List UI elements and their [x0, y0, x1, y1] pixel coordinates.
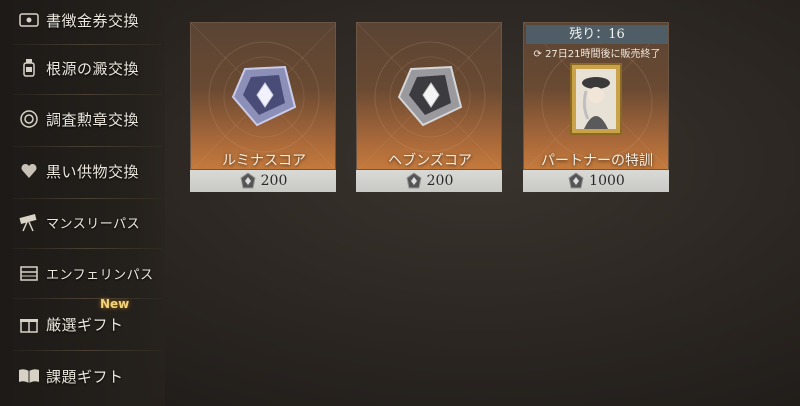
book-icon — [18, 365, 40, 387]
heart-offering-icon — [18, 160, 40, 182]
sidebar-item-enferin-pass[interactable]: エンフェリンパス — [8, 253, 163, 293]
price-value: 1000 — [589, 173, 625, 189]
price-bar: 200 — [190, 170, 336, 192]
sale-deadline: ⟳ 27日21時間後に販売終了 — [526, 45, 668, 60]
divider — [12, 146, 162, 147]
divider — [12, 248, 162, 249]
sidebar-item-label: 調査勲章交換 — [46, 110, 140, 129]
sidebar-item-offering-exchange[interactable]: 黒い供物交換 — [8, 151, 163, 191]
item-name: パートナーの特訓 — [541, 153, 653, 169]
sidebar-item-monthly-pass[interactable]: マンスリーパス — [8, 202, 163, 242]
currency-icon — [240, 172, 256, 189]
heavens-core-icon — [397, 65, 463, 127]
divider — [12, 198, 162, 199]
sidebar-item-label: 書徴金券交換 — [46, 11, 140, 30]
sidebar-item-medal-exchange[interactable]: 調査勲章交換 — [8, 99, 163, 139]
telescope-icon — [18, 211, 40, 233]
shop-item-partner-training[interactable]: 残り：16 ⟳ 27日21時間後に販売終了 パートナーの特訓 1000 — [523, 22, 669, 192]
item-name: ヘブンズコア — [388, 153, 472, 169]
item-art: ルミナスコア — [190, 22, 336, 170]
price-value: 200 — [426, 173, 454, 189]
shop-item-heavens-core[interactable]: ヘブンズコア 200 — [356, 22, 502, 192]
gift-icon — [18, 313, 40, 335]
divider — [12, 298, 162, 299]
new-badge: New — [100, 297, 130, 311]
item-name: ルミナスコア — [222, 153, 306, 169]
sidebar-item-label: 根源の澱交換 — [46, 59, 140, 78]
divider — [12, 94, 162, 95]
currency-icon — [568, 172, 584, 189]
sidebar-item-label: エンフェリンパス — [46, 267, 154, 283]
divider — [12, 350, 162, 351]
clock-icon: ⟳ — [533, 49, 542, 60]
price-value: 200 — [260, 173, 288, 189]
sidebar: 書徴金券交換 根源の澱交換 調査勲章交換 黒い供物交換 マンスリーパス エンフェ… — [0, 0, 165, 406]
sidebar-item-task-gift[interactable]: 課題ギフト — [8, 356, 163, 396]
item-art: 残り：16 ⟳ 27日21時間後に販売終了 パートナーの特訓 — [523, 22, 669, 170]
partner-portrait-icon — [570, 63, 622, 135]
sidebar-item-curated-gift[interactable]: 厳選ギフト — [8, 304, 163, 344]
item-art: ヘブンズコア — [356, 22, 502, 170]
medal-icon — [18, 108, 40, 130]
sidebar-item-label: 黒い供物交換 — [46, 162, 140, 181]
price-bar: 200 — [356, 170, 502, 192]
divider — [12, 44, 162, 45]
sale-deadline-text: 27日21時間後に販売終了 — [545, 49, 661, 60]
shop-item-luminous-core[interactable]: ルミナスコア 200 — [190, 22, 336, 192]
sidebar-item-label: 課題ギフト — [46, 367, 124, 386]
sidebar-item-label: 厳選ギフト — [46, 315, 124, 334]
remaining-stock: 残り：16 — [526, 25, 668, 44]
sidebar-item-ticket-exchange[interactable]: 書徴金券交換 — [8, 0, 163, 40]
ticket-icon — [18, 9, 40, 31]
price-bar: 1000 — [523, 170, 669, 192]
sidebar-item-origin-exchange[interactable]: 根源の澱交換 — [8, 48, 163, 88]
luminous-core-icon — [231, 65, 297, 127]
currency-icon — [406, 172, 422, 189]
bottle-icon — [18, 57, 40, 79]
chest-icon — [18, 262, 40, 284]
sidebar-item-label: マンスリーパス — [46, 216, 141, 232]
